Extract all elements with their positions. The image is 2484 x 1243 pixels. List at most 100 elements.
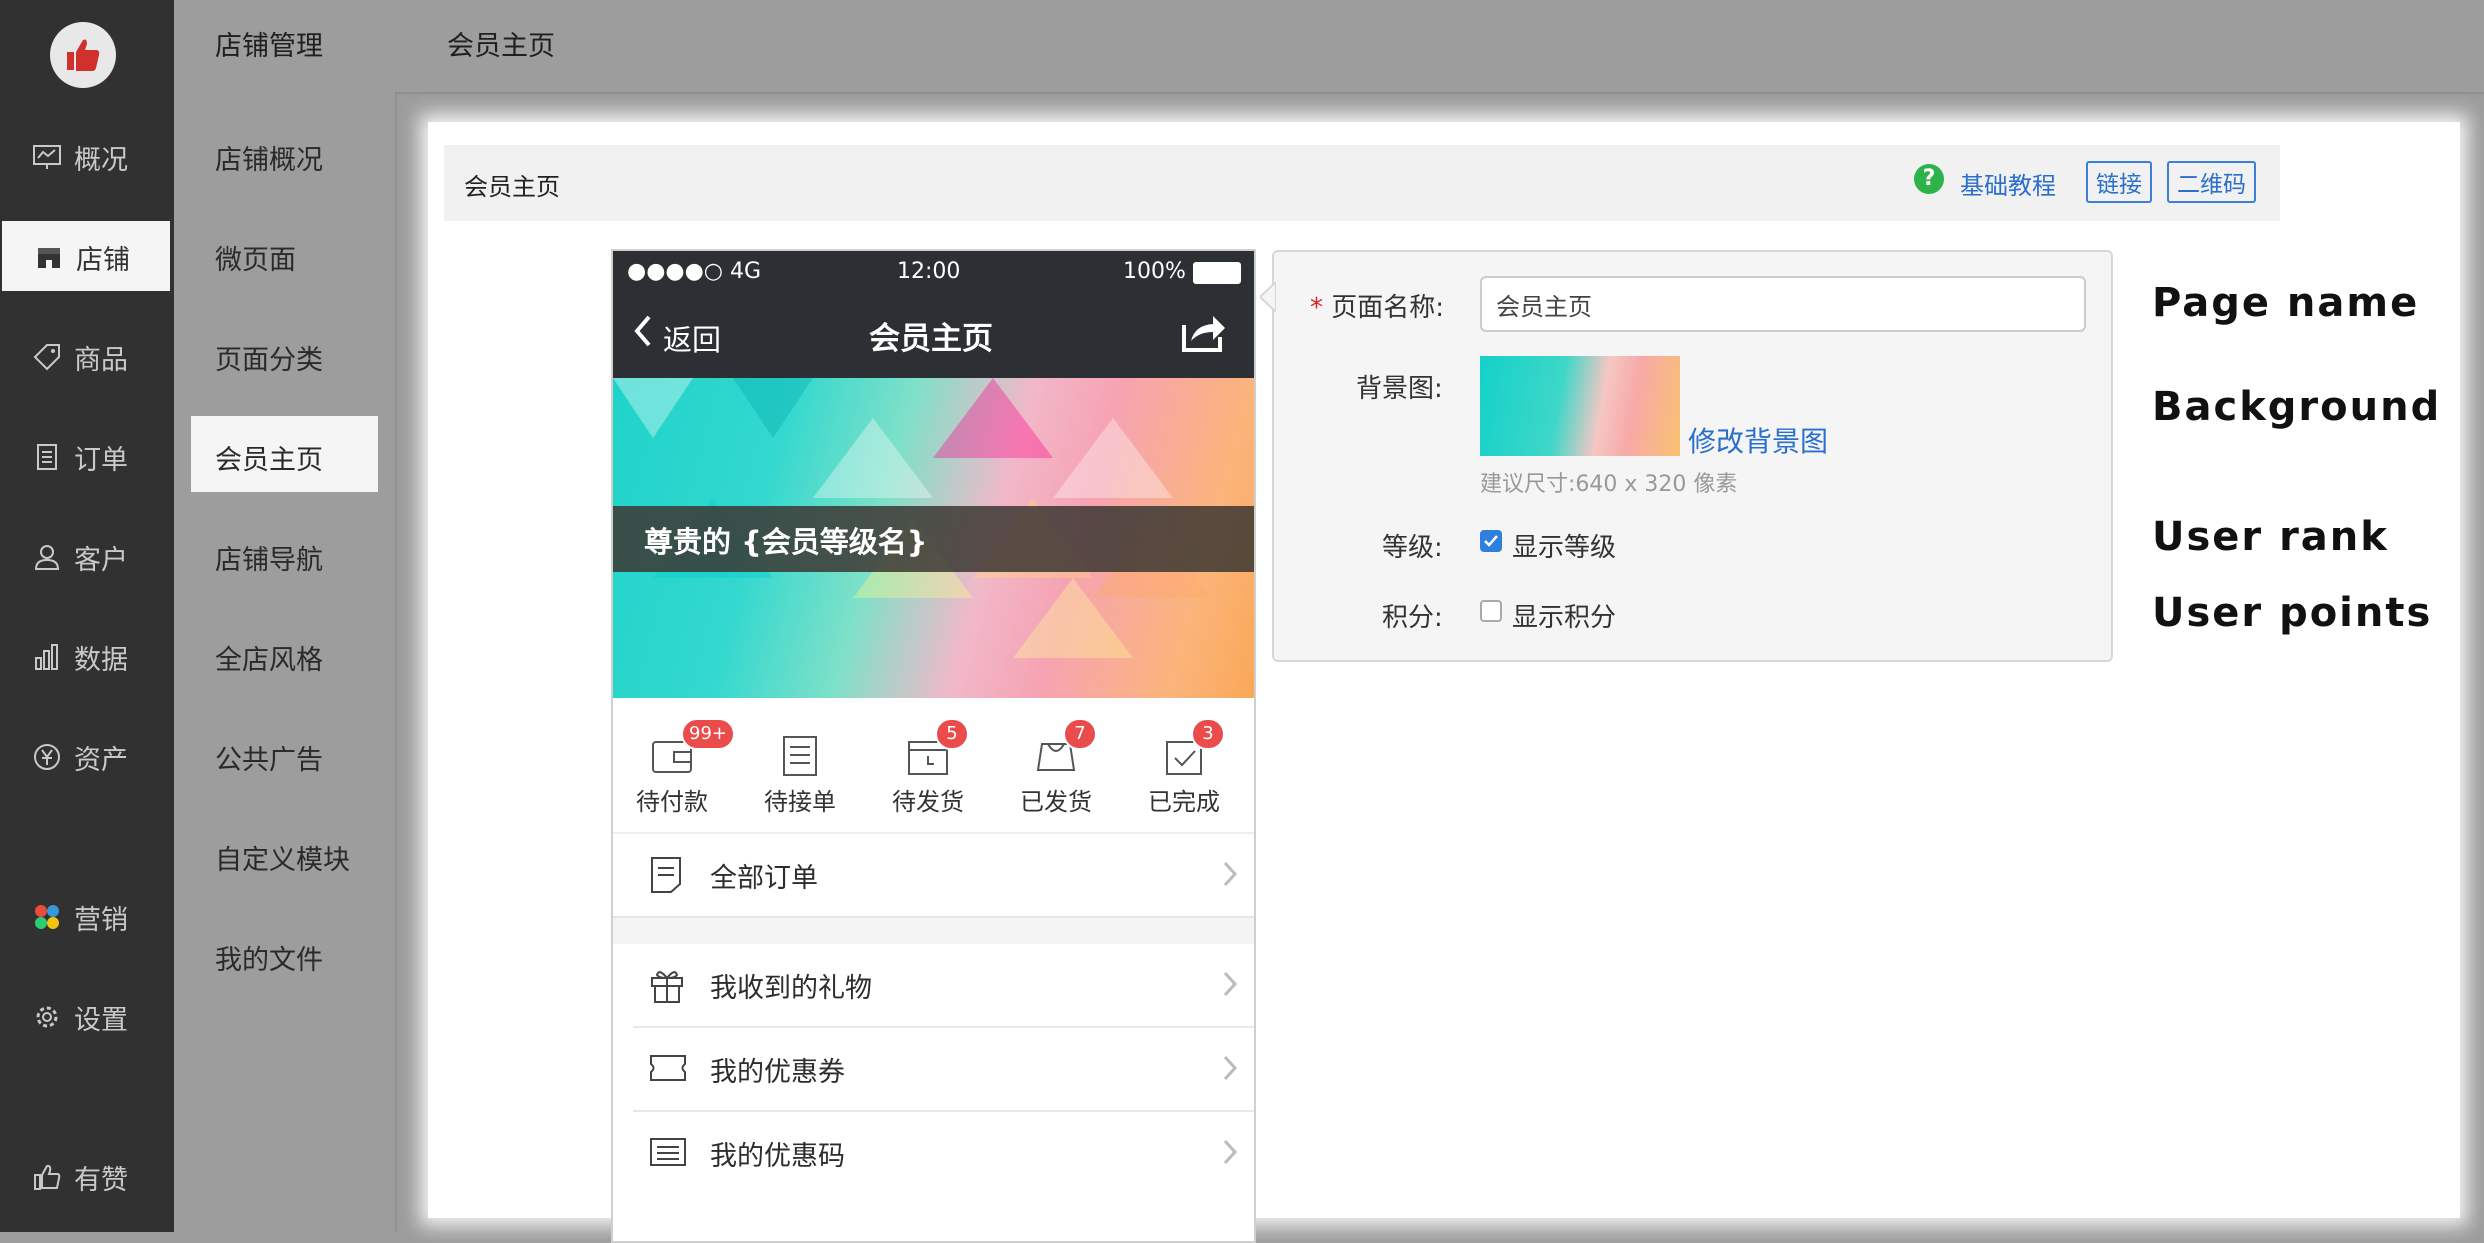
subnav-item-member-home[interactable]: 会员主页	[215, 438, 323, 477]
sidebar-item-youzan[interactable]: 有赞	[0, 1141, 174, 1211]
subnav-item-micropage[interactable]: 微页面	[215, 238, 296, 277]
tutorial-link[interactable]: 基础教程	[1960, 166, 2056, 201]
form-pointer-arrow	[1260, 282, 1276, 312]
store-icon	[38, 248, 60, 268]
tag-icon	[33, 344, 60, 371]
phone-preview: ●●●●○ 4G 12:00 100% 返回 会员主页 尊贵的 {会员等级名} …	[611, 249, 1256, 1243]
list-item-label: 全部订单	[710, 863, 818, 894]
subnav-item-page-category[interactable]: 页面分类	[215, 338, 323, 377]
chevron-right-icon	[1223, 971, 1238, 997]
background-label: 背景图:	[1356, 374, 1443, 404]
sidebar-item-label: 概况	[74, 145, 128, 176]
gift-icon	[651, 971, 683, 1003]
sidebar-item-label: 营销	[74, 905, 128, 936]
ticket-icon	[650, 1055, 686, 1081]
annotation-user-points: User points	[2152, 590, 2433, 636]
list-item-label: 我的优惠码	[710, 1141, 845, 1172]
logo[interactable]	[50, 22, 116, 88]
link-button[interactable]: 链接	[2086, 161, 2152, 203]
colorful-clover-icon	[35, 905, 59, 929]
list-item-all-orders[interactable]: 全部订单	[613, 834, 1254, 916]
name-label: * 页面名称:	[1310, 293, 1445, 323]
sidebar-item-label: 设置	[74, 1005, 128, 1036]
battery-icon	[1193, 262, 1241, 284]
chevron-right-icon	[1223, 861, 1238, 887]
sidebar-item-overview[interactable]: 概况	[0, 121, 174, 191]
sidebar-item-store[interactable]: 店铺	[2, 221, 170, 291]
chevron-right-icon	[1223, 1139, 1238, 1165]
background-thumbnail	[1480, 356, 1680, 456]
chart-icon	[33, 145, 61, 169]
show-points-checkbox[interactable]	[1480, 600, 1502, 622]
sidebar-item-goods[interactable]: 商品	[0, 321, 174, 391]
list-item-gifts[interactable]: 我收到的礼物	[613, 944, 1254, 1026]
order-badge: 5	[935, 718, 969, 750]
sidebar-item-assets[interactable]: 资产	[0, 721, 174, 791]
signal-status: ●●●●○ 4G	[627, 259, 762, 284]
order-status-label: 待发货	[892, 788, 964, 816]
member-rank-band: 尊贵的 {会员等级名}	[613, 506, 1254, 572]
show-rank-checkbox[interactable]	[1480, 530, 1502, 552]
sidebar-item-settings[interactable]: 设置	[0, 981, 174, 1051]
order-status-item[interactable]: 待接单	[759, 734, 841, 817]
bar-chart-icon	[35, 644, 58, 670]
share-icon[interactable]	[1181, 311, 1227, 353]
subnav-item-store-style[interactable]: 全店风格	[215, 638, 323, 677]
member-rank-text: 尊贵的 {会员等级名}	[644, 525, 928, 559]
thumbs-up-icon	[34, 1164, 61, 1190]
sidebar-item-label: 订单	[74, 445, 128, 476]
points-label: 积分:	[1382, 603, 1443, 633]
list-item-promo-codes[interactable]: 我的优惠码	[613, 1112, 1254, 1194]
order-badge: 3	[1191, 718, 1225, 750]
subnav-item-overview[interactable]: 店铺概况	[215, 138, 323, 177]
back-chevron-icon[interactable]	[633, 314, 653, 348]
sidebar-item-label: 商品	[74, 345, 128, 376]
user-icon	[34, 545, 60, 570]
order-status-bar: 待付款 99+ 待接单 待发货 5 已发货 7 已完成 3	[613, 698, 1254, 832]
sidebar-item-label: 数据	[74, 645, 128, 676]
sidebar-item-marketing[interactable]: 营销	[0, 881, 174, 951]
name-label-text: 页面名称:	[1331, 293, 1445, 323]
list-icon	[783, 736, 817, 776]
subnav-title: 店铺管理	[215, 31, 323, 62]
sidebar-item-orders[interactable]: 订单	[0, 421, 174, 491]
order-status-label: 已完成	[1148, 788, 1220, 816]
phone-header: ●●●●○ 4G 12:00 100% 返回 会员主页	[613, 251, 1254, 378]
annotation-page-name: Page name	[2152, 280, 2420, 326]
back-button[interactable]: 返回	[663, 317, 721, 359]
help-icon[interactable]: ?	[1914, 164, 1944, 194]
order-status-label: 待付款	[636, 788, 708, 816]
order-badge: 7	[1063, 718, 1097, 750]
sidebar-item-data[interactable]: 数据	[0, 621, 174, 691]
change-background-link[interactable]: 修改背景图	[1688, 420, 1828, 460]
rank-label: 等级:	[1382, 533, 1443, 563]
divider	[613, 916, 1254, 946]
annotation-background: Background	[2152, 384, 2442, 430]
battery-percent: 100%	[1123, 259, 1186, 284]
subnav-item-public-ads[interactable]: 公共广告	[215, 738, 323, 777]
sidebar-item-label: 店铺	[76, 245, 130, 276]
breadcrumb-title: 会员主页	[464, 173, 560, 201]
chevron-right-icon	[1223, 1055, 1238, 1081]
page-name-input[interactable]	[1480, 276, 2086, 332]
list-item-label: 我的优惠券	[710, 1057, 845, 1088]
subnav-item-custom-module[interactable]: 自定义模块	[215, 838, 350, 877]
sidebar-item-customers[interactable]: 客户	[0, 521, 174, 591]
list-item-coupons[interactable]: 我的优惠券	[613, 1028, 1254, 1110]
show-rank-label[interactable]: 显示等级	[1512, 527, 1616, 564]
main-sidebar: 概况 店铺 商品 订单 客户 数据 资产 营销 设置 有赞	[0, 0, 174, 1232]
subnav-item-store-nav[interactable]: 店铺导航	[215, 538, 323, 577]
qrcode-button[interactable]: 二维码	[2167, 161, 2256, 203]
background-size-hint: 建议尺寸:640 x 320 像素	[1480, 472, 1738, 497]
subnav-item-my-files[interactable]: 我的文件	[215, 938, 323, 977]
thumbs-up-logo-icon	[67, 39, 100, 71]
check-icon	[1484, 535, 1498, 547]
annotation-user-rank: User rank	[2152, 514, 2389, 560]
phone-time: 12:00	[897, 259, 961, 284]
top-header	[395, 0, 2484, 94]
order-status-label: 已发货	[1020, 788, 1092, 816]
document-icon	[37, 444, 57, 470]
show-points-label[interactable]: 显示积分	[1512, 597, 1616, 634]
order-status-label: 待接单	[764, 788, 836, 816]
phone-title: 会员主页	[869, 321, 993, 357]
